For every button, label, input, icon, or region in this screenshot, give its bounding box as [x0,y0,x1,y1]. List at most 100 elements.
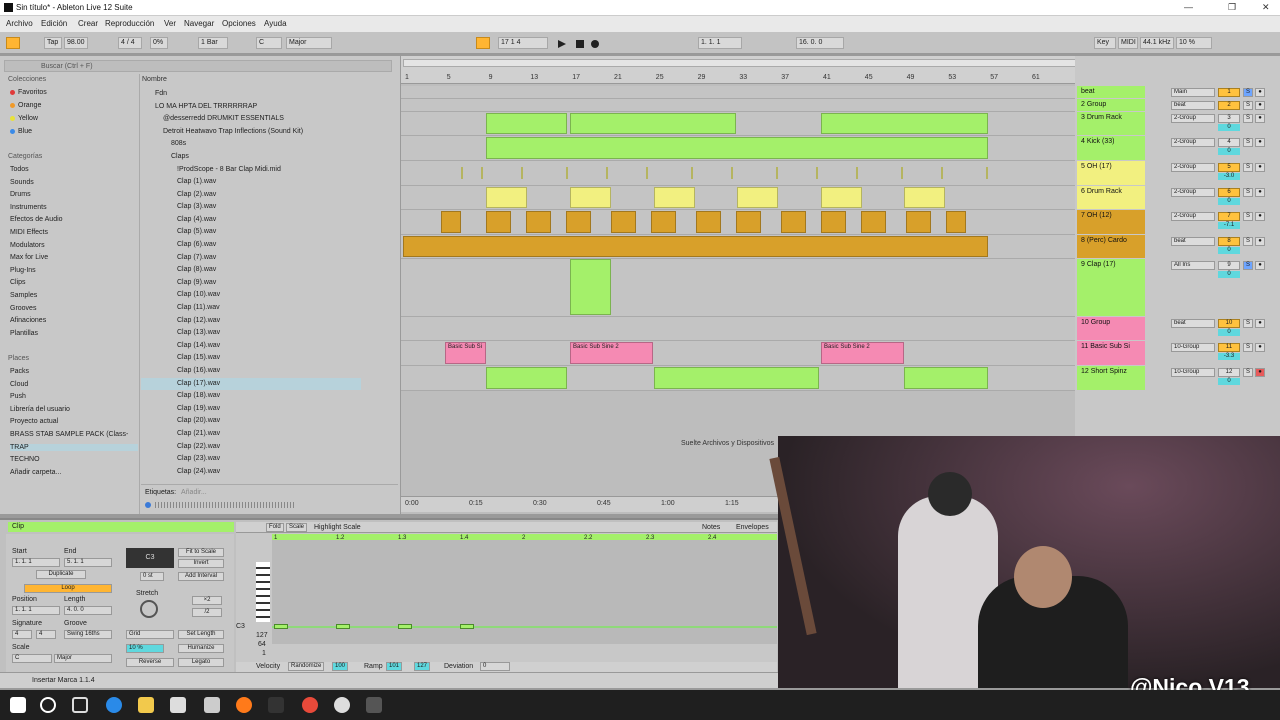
place-item[interactable]: Packs [10,368,29,375]
track-lane[interactable] [401,317,1075,341]
highlight-scale-toggle[interactable]: Highlight Scale [314,524,361,531]
menu-ver[interactable]: Ver [164,19,176,28]
category-item[interactable]: Samples [10,292,37,299]
solo-button[interactable]: S [1243,212,1253,221]
track-activator-button[interactable]: 11 [1218,343,1240,352]
place-item[interactable]: Librería del usuario [10,406,70,413]
ramp-start-field[interactable]: 101 [386,662,403,671]
arm-button[interactable]: ● [1255,188,1265,197]
track-routing-select[interactable]: beat [1171,237,1215,246]
track-header[interactable]: 6 Drum Rack [1077,186,1145,209]
note[interactable] [398,624,412,629]
place-item[interactable]: BRASS STAB SAMPLE PACK (Class- [10,431,128,438]
category-item[interactable]: Sounds [10,179,34,186]
arm-button[interactable]: ● [1255,261,1265,270]
loop-start[interactable]: 1. 1. 1 [698,37,742,49]
track-header[interactable]: 9 Clap (17) [1077,259,1145,316]
category-item[interactable]: MIDI Effects [10,229,48,236]
track-header[interactable]: 11 Basic Sub Si [1077,341,1145,365]
tree-folder[interactable]: !ProdScope - 8 Bar Clap Midi.mid [177,164,281,176]
arm-button[interactable]: ● [1255,237,1265,246]
clip[interactable]: Basic Sub Si [445,342,486,364]
arm-button[interactable]: ● [1255,163,1265,172]
solo-button[interactable]: S [1243,188,1253,197]
stop-icon[interactable] [576,40,584,48]
clip[interactable] [486,211,511,233]
fold-button[interactable]: Fold [266,523,284,532]
file-item[interactable]: Clap (2).wav [177,189,216,201]
menu-edicion[interactable]: Edición [41,19,67,28]
menu-crear[interactable]: Crear [78,19,98,28]
collection-orange[interactable]: Orange [10,102,41,109]
loop-button[interactable]: Loop [24,584,112,593]
track-header[interactable]: 10 Group [1077,317,1145,340]
note[interactable] [460,624,474,629]
file-item[interactable]: Clap (20).wav [177,415,220,427]
solo-button[interactable]: S [1243,138,1253,147]
clip[interactable] [526,211,551,233]
clip[interactable] [566,211,591,233]
link-icon[interactable] [6,37,20,49]
place-item[interactable]: TRAP [10,443,138,451]
randomize-button[interactable]: Randomize [288,662,325,671]
store-icon[interactable] [170,697,186,713]
track-activator-button[interactable]: 8 [1218,237,1240,246]
groove-select[interactable]: Swing 16ths [64,630,112,639]
invert-button[interactable]: Invert [178,559,224,568]
clip[interactable] [486,187,527,208]
clip[interactable]: Basic Sub Sine 2 [570,342,653,364]
firefox-icon[interactable] [236,697,252,713]
duplicate-button[interactable]: Duplicate [36,570,86,579]
category-item[interactable]: Efectos de Audio [10,216,63,223]
track-volume[interactable]: -3.3 [1218,353,1240,360]
clip[interactable] [781,211,806,233]
clip[interactable] [654,367,819,389]
track-volume[interactable]: 0 [1218,124,1240,131]
add-interval-button[interactable]: Add Interval [178,572,224,581]
track-routing-select[interactable]: 2-Group [1171,114,1215,123]
transpose-field[interactable]: 0 st [140,572,164,581]
quantization-select[interactable]: 1 Bar [198,37,228,49]
track-volume[interactable]: 0 [1218,198,1240,205]
scale-toggle[interactable]: Scale [286,523,308,532]
humanize-amount[interactable]: 10 % [126,644,164,653]
track-activator-button[interactable]: 4 [1218,138,1240,147]
clip[interactable] [736,211,761,233]
record-icon[interactable] [591,40,599,48]
tree-folder[interactable]: 808s [171,138,186,150]
clip[interactable] [606,167,608,179]
file-item[interactable]: Clap (12).wav [177,315,220,327]
track-routing-select[interactable]: 2-Group [1171,163,1215,172]
place-item[interactable]: Cloud [10,381,28,388]
track-activator-button[interactable]: 2 [1218,101,1240,110]
category-item[interactable]: Grooves [10,305,36,312]
arm-button[interactable]: ● [1255,138,1265,147]
track-lane[interactable] [401,235,1075,259]
tab-notes[interactable]: Notes [702,524,720,531]
track-volume[interactable]: 0 [1218,148,1240,155]
file-item[interactable]: Clap (14).wav [177,340,220,352]
position-field[interactable]: 1. 1. 1 [12,606,60,615]
scale-select[interactable]: Major [286,37,332,49]
clip[interactable] [566,167,568,179]
minimize-button[interactable]: — [1184,2,1193,12]
start-field[interactable]: 1. 1. 1 [12,558,60,567]
arm-button[interactable]: ● [1255,114,1265,123]
solo-button[interactable]: S [1243,261,1253,270]
clip[interactable] [856,167,858,179]
track-routing-select[interactable]: beat [1171,319,1215,328]
loop-length[interactable]: 16. 0. 0 [796,37,844,49]
end-field[interactable]: 5. 1. 1 [64,558,112,567]
track-volume[interactable]: -7.1 [1218,222,1240,229]
menu-opciones[interactable]: Opciones [222,19,256,28]
bar-ruler[interactable]: 1 5 9 13 17 21 25 29 33 37 41 45 49 53 57 61 [401,56,1211,84]
clip[interactable] [461,167,463,179]
arm-button[interactable]: ● [1255,88,1265,97]
solo-button[interactable]: S [1243,163,1253,172]
halve-button[interactable]: /2 [192,608,222,617]
note[interactable] [274,624,288,629]
clip[interactable] [441,211,461,233]
track-header[interactable]: 3 Drum Rack [1077,112,1145,135]
track-header[interactable]: 4 Kick (33) [1077,136,1145,160]
tree-folder[interactable]: Fdn [155,88,167,100]
